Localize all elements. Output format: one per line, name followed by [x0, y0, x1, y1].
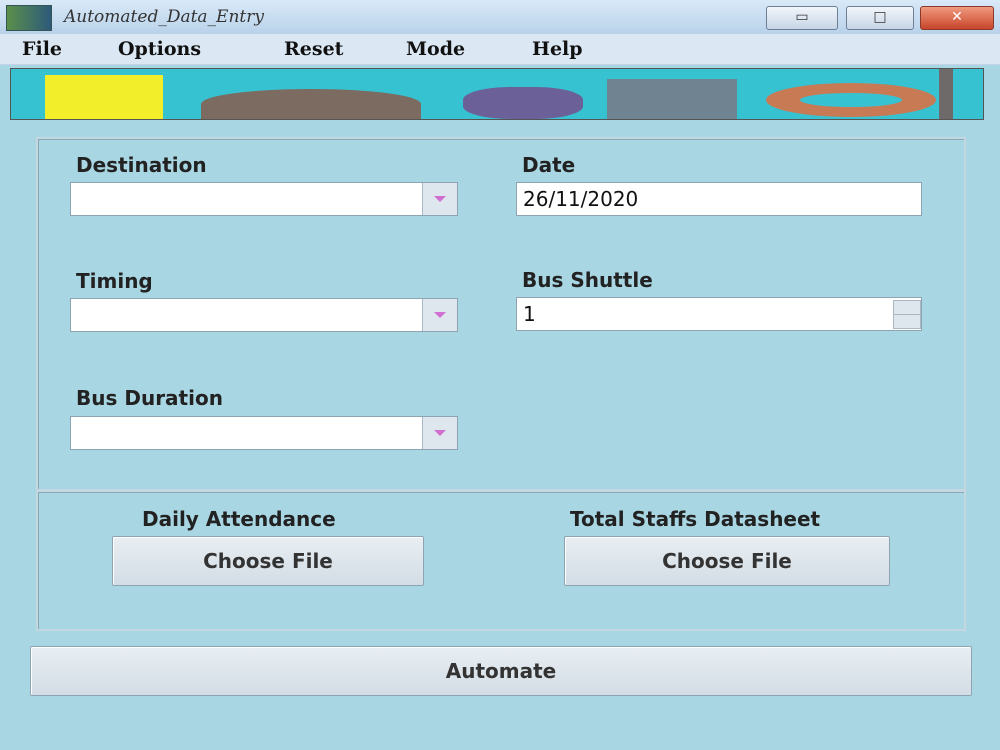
destination-label: Destination — [76, 153, 207, 177]
spinner-down-button[interactable] — [893, 314, 921, 329]
spinner-buttons — [893, 300, 921, 329]
app-icon[interactable] — [6, 5, 52, 31]
menu-reset[interactable]: Reset — [284, 38, 343, 60]
menu-mode[interactable]: Mode — [406, 38, 465, 60]
date-label: Date — [522, 153, 576, 177]
automate-button[interactable]: Automate — [30, 646, 972, 696]
maximize-button[interactable]: □ — [846, 6, 914, 30]
banner-letter-shape — [201, 89, 421, 119]
bus-duration-combo[interactable] — [70, 416, 458, 450]
menu-options[interactable]: Options — [118, 38, 201, 60]
daily-attendance-label: Daily Attendance — [142, 507, 336, 531]
date-value: 26/11/2020 — [523, 187, 639, 211]
minimize-button[interactable]: ▭ — [766, 6, 838, 30]
date-field[interactable]: 26/11/2020 — [516, 182, 922, 216]
close-button[interactable]: ✕ — [920, 6, 994, 30]
maximize-icon: □ — [873, 9, 887, 25]
destination-dropdown-button[interactable] — [422, 183, 457, 215]
bus-shuttle-spinner[interactable]: 1 — [516, 297, 922, 331]
destination-combo[interactable] — [70, 182, 458, 216]
timing-label: Timing — [76, 269, 153, 293]
banner-letter-shape — [607, 79, 737, 119]
daily-attendance-choose-button[interactable]: Choose File — [112, 536, 424, 586]
total-staffs-choose-button[interactable]: Choose File — [564, 536, 890, 586]
close-icon: ✕ — [951, 9, 963, 25]
banner-letter-shape — [939, 69, 953, 119]
spinner-up-button[interactable] — [893, 300, 921, 315]
title-bar: Automated_Data_Entry ▭ □ ✕ — [0, 0, 1000, 34]
banner-logo — [10, 68, 984, 120]
menu-file[interactable]: File — [22, 38, 62, 60]
menu-bar: File Options Reset Mode Help — [0, 34, 1000, 65]
bus-shuttle-label: Bus Shuttle — [522, 268, 653, 292]
banner-letter-shape — [45, 75, 163, 119]
total-staffs-label: Total Staffs Datasheet — [570, 507, 821, 531]
bus-duration-dropdown-button[interactable] — [422, 417, 457, 449]
bus-shuttle-value: 1 — [523, 302, 536, 326]
minimize-icon: ▭ — [795, 9, 809, 25]
banner-letter-shape — [463, 87, 583, 119]
timing-combo[interactable] — [70, 298, 458, 332]
window-title: Automated_Data_Entry — [64, 7, 264, 27]
chevron-down-icon — [434, 430, 446, 436]
chevron-down-icon — [434, 196, 446, 202]
banner-letter-shape — [766, 83, 936, 117]
bus-duration-label: Bus Duration — [76, 386, 223, 410]
timing-dropdown-button[interactable] — [422, 299, 457, 331]
chevron-down-icon — [434, 312, 446, 318]
menu-help[interactable]: Help — [532, 38, 583, 60]
